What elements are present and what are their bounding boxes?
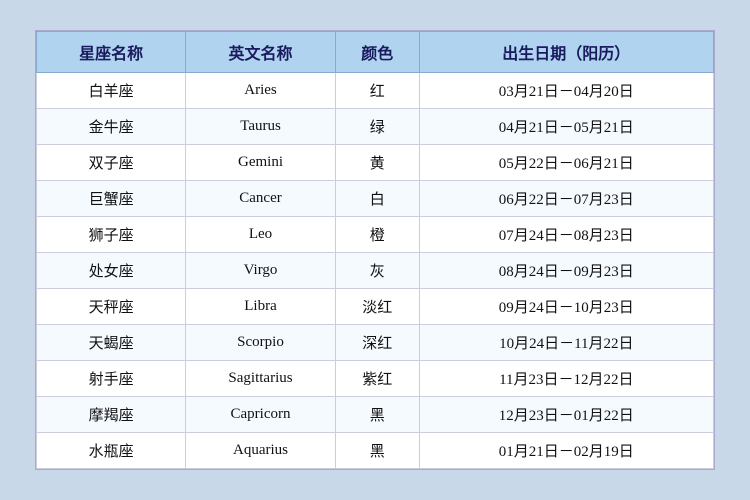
- cell-dates: 03月21日－04月20日: [419, 73, 713, 109]
- cell-chinese-name: 金牛座: [37, 109, 186, 145]
- header-english-name: 英文名称: [186, 32, 336, 73]
- zodiac-table: 星座名称 英文名称 颜色 出生日期（阳历） 白羊座Aries红03月21日－04…: [36, 31, 714, 469]
- table-row: 射手座Sagittarius紫红11月23日－12月22日: [37, 361, 714, 397]
- cell-chinese-name: 狮子座: [37, 217, 186, 253]
- table-row: 双子座Gemini黄05月22日－06月21日: [37, 145, 714, 181]
- table-row: 金牛座Taurus绿04月21日－05月21日: [37, 109, 714, 145]
- cell-dates: 10月24日－11月22日: [419, 325, 713, 361]
- table-row: 处女座Virgo灰08月24日－09月23日: [37, 253, 714, 289]
- cell-dates: 05月22日－06月21日: [419, 145, 713, 181]
- cell-dates: 09月24日－10月23日: [419, 289, 713, 325]
- cell-chinese-name: 水瓶座: [37, 433, 186, 469]
- cell-chinese-name: 射手座: [37, 361, 186, 397]
- cell-color: 黑: [335, 397, 419, 433]
- cell-dates: 08月24日－09月23日: [419, 253, 713, 289]
- cell-chinese-name: 天蝎座: [37, 325, 186, 361]
- table-row: 水瓶座Aquarius黑01月21日－02月19日: [37, 433, 714, 469]
- cell-english-name: Taurus: [186, 109, 336, 145]
- cell-color: 红: [335, 73, 419, 109]
- cell-english-name: Aries: [186, 73, 336, 109]
- cell-english-name: Virgo: [186, 253, 336, 289]
- cell-chinese-name: 摩羯座: [37, 397, 186, 433]
- header-dates: 出生日期（阳历）: [419, 32, 713, 73]
- cell-english-name: Scorpio: [186, 325, 336, 361]
- cell-chinese-name: 天秤座: [37, 289, 186, 325]
- table-row: 天秤座Libra淡红09月24日－10月23日: [37, 289, 714, 325]
- cell-color: 绿: [335, 109, 419, 145]
- cell-dates: 12月23日－01月22日: [419, 397, 713, 433]
- header-chinese-name: 星座名称: [37, 32, 186, 73]
- table-row: 天蝎座Scorpio深红10月24日－11月22日: [37, 325, 714, 361]
- cell-color: 橙: [335, 217, 419, 253]
- cell-english-name: Libra: [186, 289, 336, 325]
- table-row: 狮子座Leo橙07月24日－08月23日: [37, 217, 714, 253]
- table-body: 白羊座Aries红03月21日－04月20日金牛座Taurus绿04月21日－0…: [37, 73, 714, 469]
- cell-chinese-name: 白羊座: [37, 73, 186, 109]
- table-row: 白羊座Aries红03月21日－04月20日: [37, 73, 714, 109]
- cell-chinese-name: 巨蟹座: [37, 181, 186, 217]
- cell-english-name: Aquarius: [186, 433, 336, 469]
- cell-dates: 01月21日－02月19日: [419, 433, 713, 469]
- cell-english-name: Capricorn: [186, 397, 336, 433]
- cell-english-name: Sagittarius: [186, 361, 336, 397]
- cell-english-name: Leo: [186, 217, 336, 253]
- cell-color: 紫红: [335, 361, 419, 397]
- cell-dates: 06月22日－07月23日: [419, 181, 713, 217]
- cell-dates: 07月24日－08月23日: [419, 217, 713, 253]
- cell-color: 黑: [335, 433, 419, 469]
- cell-chinese-name: 处女座: [37, 253, 186, 289]
- cell-chinese-name: 双子座: [37, 145, 186, 181]
- cell-dates: 11月23日－12月22日: [419, 361, 713, 397]
- cell-color: 白: [335, 181, 419, 217]
- cell-dates: 04月21日－05月21日: [419, 109, 713, 145]
- cell-color: 深红: [335, 325, 419, 361]
- table-row: 巨蟹座Cancer白06月22日－07月23日: [37, 181, 714, 217]
- cell-english-name: Cancer: [186, 181, 336, 217]
- cell-color: 淡红: [335, 289, 419, 325]
- cell-color: 灰: [335, 253, 419, 289]
- table-header-row: 星座名称 英文名称 颜色 出生日期（阳历）: [37, 32, 714, 73]
- cell-color: 黄: [335, 145, 419, 181]
- header-color: 颜色: [335, 32, 419, 73]
- table-row: 摩羯座Capricorn黑12月23日－01月22日: [37, 397, 714, 433]
- cell-english-name: Gemini: [186, 145, 336, 181]
- zodiac-table-container: 星座名称 英文名称 颜色 出生日期（阳历） 白羊座Aries红03月21日－04…: [35, 30, 715, 470]
